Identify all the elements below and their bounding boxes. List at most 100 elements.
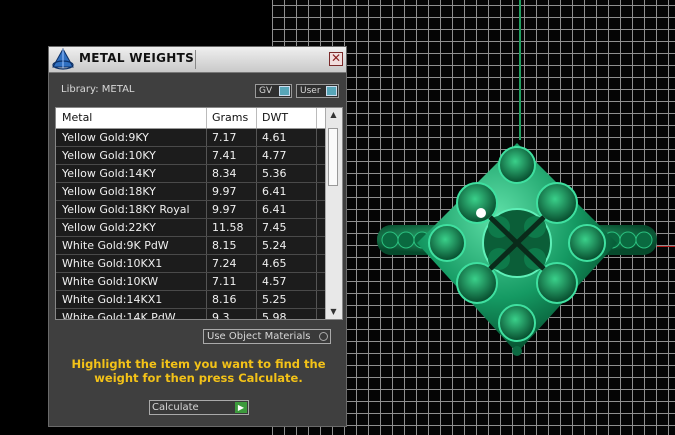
- column-divider: [316, 147, 317, 164]
- scroll-thumb[interactable]: [328, 128, 338, 186]
- column-divider: [206, 201, 207, 218]
- column-divider: [316, 273, 317, 290]
- cell-grams: 8.15: [212, 239, 237, 252]
- cell-metal: Yellow Gold:18KY: [62, 185, 156, 198]
- table-scrollbar[interactable]: ▲ ▼: [325, 108, 342, 319]
- cell-dwt: 4.77: [262, 149, 287, 162]
- panel-titlebar[interactable]: METAL WEIGHTS ✕: [49, 47, 346, 73]
- instruction-text: Highlight the item you want to find the …: [71, 357, 326, 385]
- table-row[interactable]: Yellow Gold:10KY 7.41 4.77: [56, 147, 326, 165]
- cell-metal: White Gold:14K PdW: [62, 311, 176, 320]
- gv-toggle[interactable]: GV: [255, 84, 292, 98]
- cell-metal: White Gold:9K PdW: [62, 239, 169, 252]
- table-row[interactable]: Yellow Gold:9KY 7.17 4.61: [56, 129, 326, 147]
- column-divider: [206, 255, 207, 272]
- table-row[interactable]: Yellow Gold:22KY 11.58 7.45: [56, 219, 326, 237]
- cell-grams: 9.97: [212, 185, 237, 198]
- calculate-label: Calculate: [152, 402, 199, 413]
- user-toggle[interactable]: User: [296, 84, 339, 98]
- cell-grams: 8.16: [212, 293, 237, 306]
- library-label: Library: METAL: [61, 84, 135, 95]
- cell-grams: 7.11: [212, 275, 237, 288]
- scroll-down-icon[interactable]: ▼: [329, 308, 338, 316]
- cell-dwt: 4.57: [262, 275, 287, 288]
- column-divider: [206, 291, 207, 308]
- column-divider: [256, 237, 257, 254]
- scroll-up-icon[interactable]: ▲: [329, 111, 338, 119]
- cell-dwt: 4.61: [262, 131, 287, 144]
- header-divider: [206, 108, 207, 128]
- column-divider: [206, 273, 207, 290]
- column-divider: [256, 165, 257, 182]
- table-row[interactable]: Yellow Gold:18KY 9.97 6.41: [56, 183, 326, 201]
- cell-dwt: 5.25: [262, 293, 287, 306]
- column-divider: [256, 147, 257, 164]
- table-row[interactable]: White Gold:10KW 7.11 4.57: [56, 273, 326, 291]
- table-row[interactable]: Yellow Gold:14KY 8.34 5.36: [56, 165, 326, 183]
- cell-metal: White Gold:10KX1: [62, 257, 163, 270]
- use-object-materials-checkbox[interactable]: Use Object Materials: [203, 329, 331, 344]
- close-button[interactable]: ✕: [329, 52, 343, 66]
- cell-grams: 7.17: [212, 131, 237, 144]
- user-toggle-knob: [326, 86, 337, 96]
- cell-metal: Yellow Gold:9KY: [62, 131, 149, 144]
- header-divider: [256, 108, 257, 128]
- ring-model[interactable]: [372, 135, 662, 365]
- table-row[interactable]: White Gold:9K PdW 8.15 5.24: [56, 237, 326, 255]
- column-divider: [316, 183, 317, 200]
- column-divider: [256, 273, 257, 290]
- cell-metal: White Gold:10KW: [62, 275, 159, 288]
- column-divider: [316, 129, 317, 146]
- cell-dwt: 5.36: [262, 167, 287, 180]
- table-row[interactable]: White Gold:10KX1 7.24 4.65: [56, 255, 326, 273]
- panel-title: METAL WEIGHTS: [79, 51, 195, 65]
- cell-grams: 7.41: [212, 149, 237, 162]
- cell-grams: 11.58: [212, 221, 244, 234]
- cell-dwt: 6.41: [262, 203, 287, 216]
- column-divider: [316, 255, 317, 272]
- cell-metal: Yellow Gold:18KY Royal: [62, 203, 190, 216]
- column-divider: [256, 291, 257, 308]
- column-divider: [256, 309, 257, 319]
- cell-dwt: 6.41: [262, 185, 287, 198]
- column-divider: [206, 237, 207, 254]
- column-divider: [256, 201, 257, 218]
- use-object-materials-label: Use Object Materials: [207, 331, 311, 342]
- cell-dwt: 5.24: [262, 239, 287, 252]
- cell-dwt: 7.45: [262, 221, 287, 234]
- column-divider: [316, 219, 317, 236]
- user-toggle-label: User: [300, 86, 321, 96]
- table-row[interactable]: White Gold:14K PdW 9.3 5.98: [56, 309, 326, 320]
- column-divider: [316, 309, 317, 319]
- cell-metal: Yellow Gold:22KY: [62, 221, 156, 234]
- column-divider: [206, 129, 207, 146]
- table-body: Yellow Gold:9KY 7.17 4.61 Yellow Gold:10KY 7…: [56, 129, 326, 320]
- column-divider: [256, 129, 257, 146]
- cell-grams: 9.97: [212, 203, 237, 216]
- table-row[interactable]: Yellow Gold:18KY Royal 9.97 6.41: [56, 201, 326, 219]
- metal-weights-panel: METAL WEIGHTS ✕ Library: METAL GV User M…: [48, 46, 347, 427]
- column-divider: [316, 201, 317, 218]
- cell-metal: Yellow Gold:14KY: [62, 167, 156, 180]
- chain-line: [519, 0, 521, 140]
- cell-dwt: 5.98: [262, 311, 287, 320]
- table-row[interactable]: White Gold:14KX1 8.16 5.25: [56, 291, 326, 309]
- titlebar-divider: [195, 50, 196, 69]
- column-divider: [206, 147, 207, 164]
- play-arrow-icon: ▶: [235, 402, 247, 413]
- header-grams[interactable]: Grams: [212, 111, 248, 124]
- calculate-button[interactable]: Calculate ▶: [149, 400, 249, 415]
- metal-table[interactable]: Metal Grams DWT Yellow Gold:9KY 7.17 4.61 Y…: [55, 107, 343, 320]
- app-logo-icon: [52, 48, 74, 70]
- header-metal[interactable]: Metal: [62, 111, 92, 124]
- radio-icon: [319, 332, 328, 341]
- header-dwt[interactable]: DWT: [262, 111, 288, 124]
- column-divider: [256, 219, 257, 236]
- column-divider: [316, 165, 317, 182]
- gv-toggle-label: GV: [259, 86, 273, 96]
- gv-toggle-knob: [279, 86, 290, 96]
- column-divider: [206, 309, 207, 319]
- column-divider: [256, 183, 257, 200]
- column-divider: [316, 291, 317, 308]
- column-divider: [206, 165, 207, 182]
